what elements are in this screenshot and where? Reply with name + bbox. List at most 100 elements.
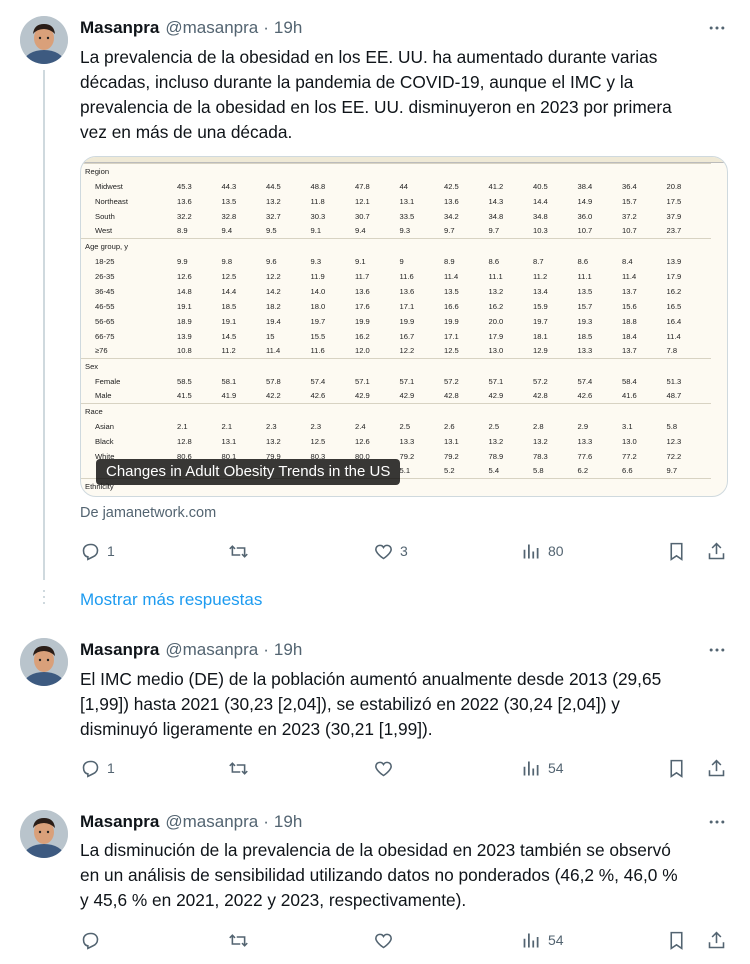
reply-button[interactable] [80, 928, 107, 952]
table-cell: 42.8 [444, 391, 459, 401]
tweet-line: en un análisis de sensibilidad utilizand… [80, 865, 678, 885]
user-handle[interactable]: @masanpra [165, 18, 258, 38]
table-cell: 9.4 [355, 226, 366, 236]
timestamp[interactable]: 19h [274, 640, 302, 660]
table-cell: 79.2 [399, 451, 415, 461]
table-cell: 12.2 [266, 271, 281, 281]
tweet-1[interactable]: Masanpra @masanpra · 19h La prevalencia … [0, 0, 750, 580]
table-cell: 13.3 [399, 436, 415, 446]
table-cell: 12.8 [177, 436, 192, 446]
repost-button[interactable] [228, 756, 255, 780]
table-cell: 12.5 [310, 436, 326, 446]
table-cell: 17.9 [666, 271, 682, 281]
bookmark-button[interactable] [666, 756, 687, 780]
avatar[interactable] [20, 810, 68, 858]
views-button[interactable]: 54 [521, 928, 564, 952]
reply-button[interactable]: 1 [80, 756, 115, 780]
table-section-label: Region [81, 163, 711, 179]
table-cell: 16.6 [444, 301, 459, 311]
table-cell: 15.7 [622, 196, 637, 206]
timestamp[interactable]: 19h [274, 18, 302, 38]
table-cell: 19.1 [177, 301, 192, 311]
tweet-3[interactable]: Masanpra @masanpra · 19h La disminución … [0, 798, 750, 964]
table-cell: 13.5 [577, 286, 593, 296]
table-cell: 58.4 [622, 376, 637, 386]
table-cell: 9.5 [266, 226, 277, 236]
table-cell: 48.7 [666, 391, 682, 401]
card-source[interactable]: De jamanetwork.com [80, 505, 216, 521]
tweet-actions: 1 54 [80, 756, 730, 780]
reply-button[interactable]: 1 [80, 539, 115, 563]
table-row: West 8.9 9.4 9.5 9.1 9.4 9.3 9.7 9.7 10.3 10.7 10.7… [81, 224, 711, 239]
table-cell: 30.7 [355, 211, 370, 221]
table-cell: 12.2 [399, 346, 415, 356]
table-row-label: 18-25 [95, 256, 115, 266]
bookmark-button[interactable] [666, 539, 687, 563]
more-icon[interactable] [706, 639, 728, 661]
table-cell: 36.0 [577, 211, 593, 221]
table-cell: 10.7 [577, 226, 593, 236]
repost-button[interactable] [228, 539, 255, 563]
table-cell: 16.7 [399, 331, 415, 341]
table-cell: 18.8 [622, 316, 637, 326]
views-button[interactable]: 54 [521, 756, 564, 780]
table-cell: 30.3 [310, 211, 326, 221]
table-cell: 42.9 [488, 391, 504, 401]
table-cell: 5.4 [488, 466, 500, 476]
table-cell: 15 [266, 331, 275, 341]
avatar[interactable] [20, 638, 68, 686]
like-button[interactable] [373, 928, 400, 952]
share-button[interactable] [706, 539, 727, 563]
more-icon[interactable] [706, 811, 728, 833]
share-icon [708, 931, 725, 948]
views-button[interactable]: 80 [521, 539, 564, 563]
table-cell: 11.2 [533, 271, 548, 281]
display-name[interactable]: Masanpra [80, 812, 159, 832]
like-button[interactable] [373, 756, 400, 780]
table-cell: 72.2 [666, 451, 682, 461]
table-cell: 2.3 [266, 421, 277, 431]
share-button[interactable] [706, 928, 727, 952]
table-cell: 2.9 [577, 421, 589, 431]
more-icon[interactable] [706, 17, 728, 39]
show-more-replies-link[interactable]: Mostrar más respuestas [80, 590, 262, 610]
display-name[interactable]: Masanpra [80, 640, 159, 660]
like-button[interactable]: 3 [373, 539, 408, 563]
table-cell: 19.1 [221, 316, 237, 326]
tweet-line: y 45,6 % en 2021, 2022 y 2023, respectiv… [80, 890, 467, 910]
table-row: Black 12.8 13.1 13.2 12.5 12.6 13.3 13.1 13.2 13.… [81, 434, 711, 449]
table-cell: 13.7 [622, 346, 637, 356]
table-row: Midwest 45.3 44.3 44.5 48.8 47.8 44 42.5 41.2 40.… [81, 179, 711, 194]
table-cell: 9.1 [310, 226, 322, 236]
table-cell: 19.4 [266, 316, 281, 326]
display-name[interactable]: Masanpra [80, 18, 159, 38]
table-row: 46-55 19.1 18.5 18.2 18.0 17.6 17.1 16.6 16.2 15.… [81, 299, 711, 314]
table-row-label: South [95, 211, 115, 221]
table-cell: 7.8 [666, 346, 678, 356]
repost-button[interactable] [228, 928, 255, 952]
table-cell: 16.2 [355, 331, 370, 341]
user-handle[interactable]: @masanpra [165, 812, 258, 832]
table-cell: 47.8 [355, 181, 370, 191]
table-cell: 44.3 [221, 181, 237, 191]
table-cell: 10.3 [533, 226, 548, 236]
repost-icon [229, 933, 248, 947]
share-button[interactable] [706, 756, 727, 780]
timestamp[interactable]: 19h [274, 812, 302, 832]
table-cell: 13.2 [266, 196, 281, 206]
user-handle[interactable]: @masanpra [165, 640, 258, 660]
table-cell: 57.2 [444, 376, 459, 386]
table-cell: 13.2 [488, 286, 504, 296]
table-cell: 13.5 [444, 286, 459, 296]
table-cell: 19.3 [577, 316, 593, 326]
bookmark-button[interactable] [666, 928, 687, 952]
tweet-2[interactable]: Masanpra @masanpra · 19h El IMC medio (D… [0, 628, 750, 798]
table-cell: 41.2 [488, 181, 504, 191]
link-card[interactable]: Region Midwest 45.3 44.3 44.5 48.8 47.8 44 42.5 4… [80, 156, 728, 497]
card-caption[interactable]: Changes in Adult Obesity Trends in the U… [96, 459, 401, 485]
views-icon [523, 544, 539, 558]
avatar[interactable] [20, 16, 68, 64]
tweet-line: El IMC medio (DE) de la población aument… [80, 669, 662, 689]
table-cell: 13.3 [577, 436, 593, 446]
table-cell: 32.7 [266, 211, 281, 221]
